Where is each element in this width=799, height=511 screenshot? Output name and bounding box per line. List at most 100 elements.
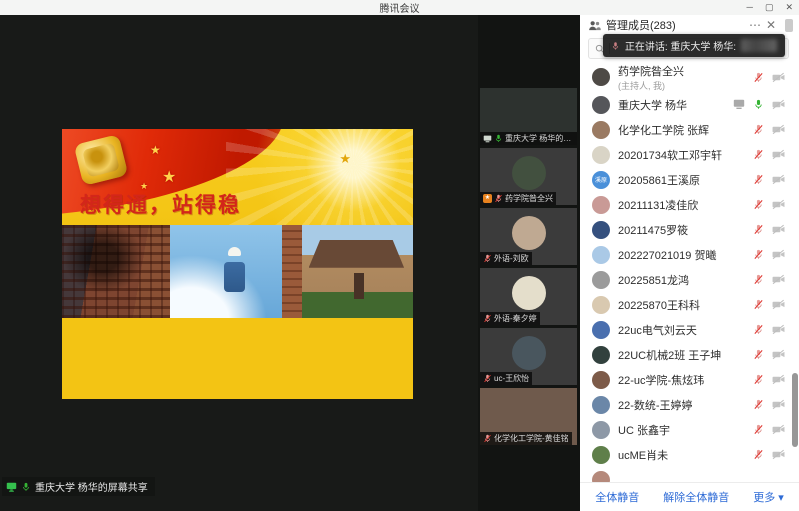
screen-share-status-chip: 重庆大学 杨华的屏幕共享: [2, 477, 155, 496]
panel-more-button[interactable]: ⋯: [749, 16, 761, 34]
minimize-button[interactable]: ─: [747, 1, 753, 14]
member-avatar: [592, 296, 610, 314]
scrollbar-thumb[interactable]: [792, 373, 798, 447]
speaking-toast: 正在讲话: 重庆大学 杨华:: [603, 34, 785, 57]
titlebar: 腾讯会议 ─ ▢ ✕: [0, 0, 799, 15]
mic-icon[interactable]: [753, 449, 764, 460]
member-row[interactable]: 20211475罗筱: [580, 217, 793, 242]
member-name: 20225870王科科: [618, 297, 700, 313]
participant-name: 外语-刘欧: [494, 253, 529, 264]
member-role: (主持人, 我): [618, 79, 684, 92]
member-row[interactable]: 20225851龙鸿: [580, 267, 793, 292]
member-name: ucME肖未: [618, 447, 668, 463]
camera-off-icon[interactable]: [772, 299, 785, 310]
mic-icon[interactable]: [753, 374, 764, 385]
video-thumbnail[interactable]: ★ 药学院昝全兴: [480, 148, 577, 205]
member-name: 202227021019 贺曦: [618, 247, 716, 263]
camera-off-icon[interactable]: [772, 149, 785, 160]
member-row[interactable]: 20201734软工邓宇轩: [580, 142, 793, 167]
speaking-mic-icon: [611, 41, 620, 51]
panel-collapse-button[interactable]: [785, 19, 793, 32]
mic-icon[interactable]: [753, 224, 764, 235]
member-name: 药学院昝全兴: [618, 63, 684, 79]
video-thumbnail[interactable]: 重庆大学 杨华的屏幕...: [480, 88, 577, 145]
mute-all-button[interactable]: 全体静音: [595, 489, 639, 505]
member-row[interactable]: 溪原 20205861王溪原: [580, 167, 793, 192]
mic-icon[interactable]: [753, 324, 764, 335]
mic-icon[interactable]: [753, 424, 764, 435]
tencent-meeting-window: 腾讯会议 ─ ▢ ✕ ★ ★ ★ ★ 想得通，站得稳: [0, 0, 799, 511]
photo-house: [302, 225, 413, 318]
member-avatar: [592, 371, 610, 389]
camera-off-icon[interactable]: [772, 249, 785, 260]
camera-off-icon[interactable]: [772, 324, 785, 335]
camera-off-icon[interactable]: [772, 99, 785, 110]
member-row[interactable]: 22-uc学院-焦炫玮: [580, 367, 793, 392]
panel-close-button[interactable]: ✕: [766, 16, 776, 34]
brick-wall-graphic: [282, 225, 302, 318]
camera-off-icon[interactable]: [772, 224, 785, 235]
mic-icon[interactable]: [753, 124, 764, 135]
camera-off-icon[interactable]: [772, 274, 785, 285]
member-row[interactable]: 22-数统-王婷婷: [580, 392, 793, 417]
camera-off-icon[interactable]: [772, 399, 785, 410]
camera-off-icon[interactable]: [772, 374, 785, 385]
maximize-button[interactable]: ▢: [765, 1, 774, 14]
member-row[interactable]: 20211131凌佳欣: [580, 192, 793, 217]
member-row[interactable]: 药学院昝全兴 (主持人, 我): [580, 62, 793, 92]
mic-icon[interactable]: [753, 72, 764, 83]
member-row[interactable]: 22UC机械2班 王子坤: [580, 342, 793, 367]
video-thumbnail[interactable]: uc-王欣怡: [480, 328, 577, 385]
members-icon: [588, 20, 601, 31]
camera-off-icon[interactable]: [772, 72, 785, 83]
member-name: 20211475罗筱: [618, 222, 688, 238]
video-thumbnail[interactable]: 化学化工学院-黄佳铭: [480, 388, 577, 445]
member-row[interactable]: 22uc电气刘云天: [580, 317, 793, 342]
camera-off-icon[interactable]: [772, 124, 785, 135]
mic-icon[interactable]: [753, 249, 764, 260]
mic-icon[interactable]: [753, 299, 764, 310]
screen-share-icon: [733, 99, 745, 110]
member-row[interactable]: [580, 467, 793, 483]
member-name: UC 张鑫宇: [618, 422, 670, 438]
speaking-toast-label: 正在讲话: 重庆大学 杨华:: [625, 38, 736, 53]
censored-names: [741, 39, 777, 52]
member-name: 化学化工学院 张辉: [618, 122, 709, 138]
mic-icon[interactable]: [753, 99, 764, 110]
member-row[interactable]: UC 张鑫宇: [580, 417, 793, 442]
member-panel: 管理成员(283) ⋯ ✕ 正在讲话: 重庆大学 杨华:: [580, 15, 799, 511]
camera-off-icon[interactable]: [772, 349, 785, 360]
close-button[interactable]: ✕: [785, 1, 793, 14]
mic-icon[interactable]: [753, 174, 764, 185]
member-avatar: [592, 146, 610, 164]
presentation-slide: ★ ★ ★ ★ 想得通，站得稳: [62, 129, 413, 399]
more-actions-button[interactable]: 更多 ▾: [753, 489, 784, 505]
member-name: 22UC机械2班 王子坤: [618, 347, 721, 363]
member-name: 22uc电气刘云天: [618, 322, 697, 338]
camera-off-icon[interactable]: [772, 174, 785, 185]
member-avatar: [592, 121, 610, 139]
participant-avatar: [512, 336, 546, 370]
mic-icon[interactable]: [753, 349, 764, 360]
star-icon: ★: [162, 167, 176, 187]
video-thumbnail[interactable]: 外语-秦夕婷: [480, 268, 577, 325]
member-row[interactable]: ucME肖未: [580, 442, 793, 467]
unmute-all-button[interactable]: 解除全体静音: [663, 489, 729, 505]
member-row[interactable]: 重庆大学 杨华: [580, 92, 793, 117]
participant-name: 外语-秦夕婷: [494, 313, 537, 324]
video-thumbnail[interactable]: 外语-刘欧: [480, 208, 577, 265]
member-avatar: [592, 96, 610, 114]
member-name: 22-数统-王婷婷: [618, 397, 693, 413]
member-row[interactable]: 20225870王科科: [580, 292, 793, 317]
mic-icon[interactable]: [753, 274, 764, 285]
mic-icon[interactable]: [753, 399, 764, 410]
member-name: 20201734软工邓宇轩: [618, 147, 722, 163]
mic-icon[interactable]: [753, 149, 764, 160]
member-row[interactable]: 202227021019 贺曦: [580, 242, 793, 267]
camera-off-icon[interactable]: [772, 449, 785, 460]
camera-off-icon[interactable]: [772, 424, 785, 435]
member-panel-header: 管理成员(283) ⋯ ✕: [580, 15, 799, 35]
mic-icon[interactable]: [753, 199, 764, 210]
camera-off-icon[interactable]: [772, 199, 785, 210]
member-row[interactable]: 化学化工学院 张辉: [580, 117, 793, 142]
